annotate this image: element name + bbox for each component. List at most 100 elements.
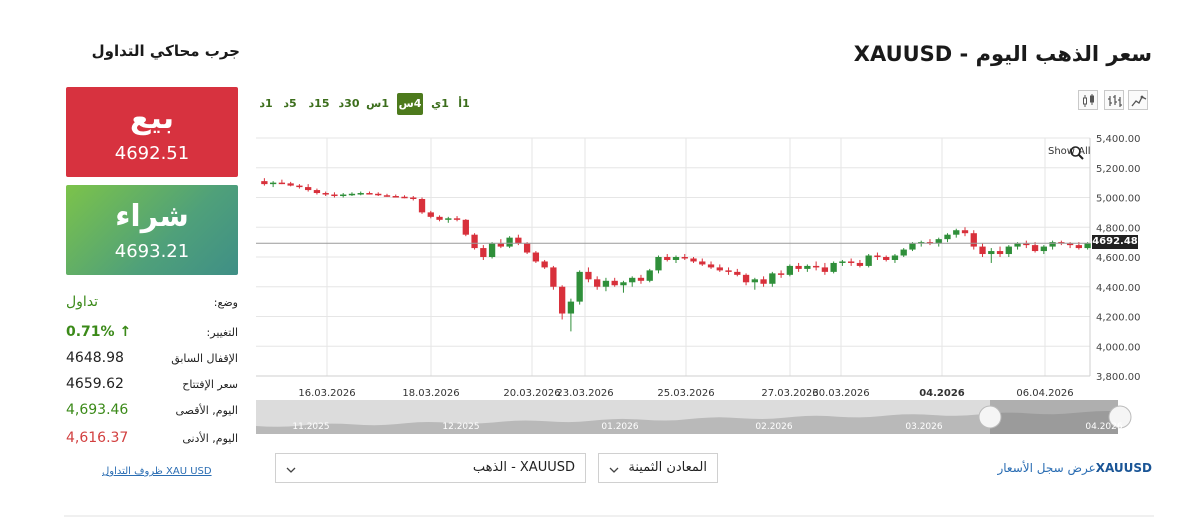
candle: [269, 182, 277, 185]
candles-icon[interactable]: [1078, 90, 1098, 110]
bars-icon[interactable]: [1104, 90, 1124, 110]
candle: [585, 271, 592, 280]
candle: [348, 193, 356, 196]
tab-30m[interactable]: 30د: [336, 93, 362, 115]
candle: [961, 230, 969, 234]
candle: [532, 252, 540, 262]
candle: [261, 181, 268, 185]
x-tick-label: 04.2026: [919, 388, 965, 399]
candle: [865, 255, 872, 266]
candle: [278, 182, 286, 185]
try-simulator-link[interactable]: جرب محاكي التداول: [92, 42, 240, 60]
divider: [64, 515, 1154, 517]
navigator-tick-label: 01.2026: [601, 422, 638, 432]
candle: [375, 193, 382, 196]
candle: [453, 218, 461, 220]
x-tick-label: 25.03.2026: [657, 388, 714, 399]
tab-1d[interactable]: 1ي: [429, 93, 451, 115]
navigator-tick-label: 04.2026: [1085, 422, 1122, 432]
x-tick-label: 20.03.2026: [503, 388, 560, 399]
price-history-link[interactable]: XAUUSDعرض سجل الأسعار: [997, 461, 1152, 475]
candle: [716, 267, 723, 271]
price-chart[interactable]: 5,400.00 5,200.00 5,000.00 4,800.00 4,600.00…: [256, 130, 1154, 436]
stat-value: 4,693.46: [66, 402, 129, 418]
x-tick-label: 06.04.2026: [1016, 388, 1073, 399]
candle: [742, 274, 750, 283]
stat-label: اليوم, الأقصى: [175, 404, 238, 417]
buy-button[interactable]: شراء 4693.21: [66, 185, 238, 275]
candle: [681, 257, 688, 259]
candle: [707, 264, 715, 268]
candle: [900, 249, 907, 256]
candle: [629, 277, 636, 283]
candle: [410, 197, 417, 199]
navigator-tick-label: 02.2026: [755, 422, 792, 432]
tab-5m[interactable]: 5د: [280, 93, 300, 115]
y-tick-label: 4,000.00: [1096, 342, 1141, 353]
tab-15m[interactable]: 15د: [306, 93, 332, 115]
candle: [856, 262, 864, 266]
line-icon[interactable]: [1128, 90, 1148, 110]
stat-value: 4648.98: [66, 350, 124, 366]
candle: [567, 301, 575, 314]
navigator-tick-label: 11.2025: [292, 422, 329, 432]
candle: [699, 261, 706, 265]
candle: [550, 267, 557, 287]
stat-day-high: اليوم, الأقصى 4,693.46: [66, 402, 238, 422]
tab-4h[interactable]: 4س: [397, 93, 423, 115]
buy-label: شراء: [115, 199, 189, 234]
candle: [734, 271, 741, 275]
candle: [1084, 243, 1091, 249]
tab-1y[interactable]: 1أ: [456, 93, 472, 115]
category-select[interactable]: المعادن الثمينة: [598, 453, 718, 483]
y-tick-label: 4,400.00: [1096, 283, 1141, 294]
candle: [996, 251, 1004, 255]
candle: [664, 257, 671, 260]
tab-1m[interactable]: 1د: [256, 93, 276, 115]
candle: [602, 280, 610, 287]
stat-prev-close: الإقفال السابق 4648.98: [66, 350, 238, 370]
candle: [471, 234, 478, 249]
candle: [506, 237, 513, 247]
candle: [296, 185, 303, 188]
y-tick-label: 4,600.00: [1096, 253, 1141, 264]
candle: [874, 255, 881, 258]
candle: [848, 261, 855, 263]
candle: [970, 233, 977, 247]
stat-status: وضع: تداول: [66, 294, 238, 314]
candle: [839, 261, 846, 263]
candle: [515, 237, 522, 244]
tab-1h[interactable]: 1س: [366, 93, 389, 115]
candle: [427, 212, 434, 217]
candle: [909, 243, 916, 250]
chevron-down-icon: [285, 461, 297, 480]
navigator-tick-label: 03.2026: [905, 422, 942, 432]
y-tick-label: 5,000.00: [1096, 194, 1141, 205]
candle: [558, 286, 566, 314]
candle: [988, 251, 995, 255]
candle: [331, 194, 338, 197]
candle: [1066, 243, 1074, 246]
instrument-select[interactable]: XAUUSD - الذهب: [275, 453, 586, 483]
timeframe-bar: 1أ 1ي 4س 1س 30د 15د 5د 1د: [256, 93, 476, 115]
candle: [953, 230, 960, 235]
navigator-handle: [978, 405, 1002, 429]
zoom-icon[interactable]: [1069, 145, 1085, 165]
candle: [418, 198, 426, 213]
candlestick-chart[interactable]: 5,400.00 5,200.00 5,000.00 4,800.00 4,600.00…: [256, 130, 1154, 436]
stat-value: 4,616.37: [66, 430, 129, 446]
x-tick-label: 16.03.2026: [298, 388, 355, 399]
candle: [523, 243, 531, 253]
candle: [462, 219, 469, 235]
trading-conditions-link[interactable]: XAU USD ظروف التداول: [102, 466, 212, 477]
candle: [488, 243, 496, 257]
x-tick-label: 30.03.2026: [812, 388, 869, 399]
sell-button[interactable]: بيع 4692.51: [66, 87, 238, 177]
candle: [445, 218, 452, 220]
stat-change: التغيير: 0.71% ↑: [66, 324, 238, 344]
candle: [891, 255, 899, 260]
history-symbol: XAUUSD: [1095, 461, 1152, 475]
stat-label: الإقفال السابق: [171, 352, 238, 365]
candle: [611, 280, 618, 286]
candle: [287, 183, 294, 186]
